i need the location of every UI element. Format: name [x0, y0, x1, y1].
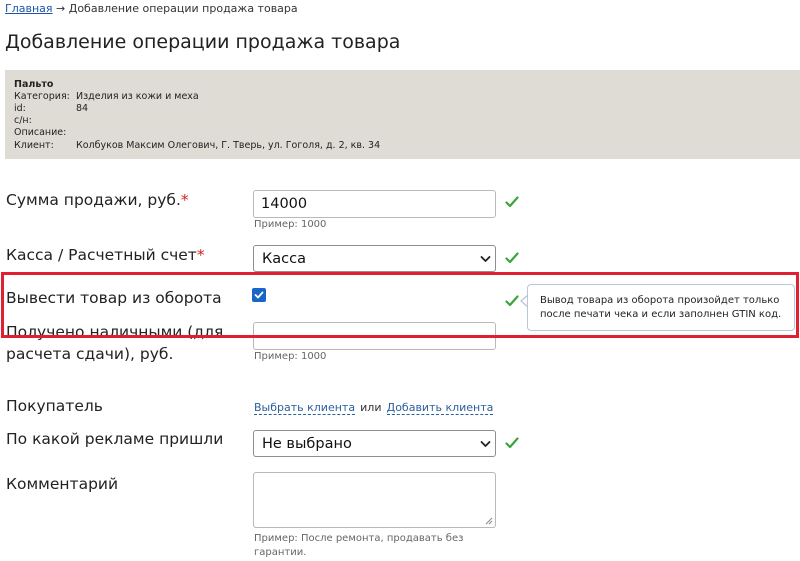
breadcrumb-current: Добавление операции продажа товара [68, 2, 298, 15]
withdraw-checkbox[interactable] [252, 288, 266, 302]
checkmark-icon [254, 291, 264, 299]
cashbox-label: Касса / Расчетный счет* [6, 244, 205, 266]
info-value: Колбуков Максим Олегович, Г. Тверь, ул. … [76, 140, 381, 151]
breadcrumb-home-link[interactable]: Главная [5, 2, 53, 15]
buyer-actions: Выбрать клиента или Добавить клиента [254, 396, 494, 415]
breadcrumb: Главная → Добавление операции продажа то… [5, 2, 298, 15]
info-key: Клиент: [14, 140, 54, 151]
ad-source-label: По какой рекламе пришли [6, 430, 224, 448]
product-name: Пальто [14, 79, 54, 90]
product-info-panel: Пальто Категория: Изделия из кожи и меха … [5, 70, 800, 159]
withdraw-tooltip: Вывод товара из оборота произойдет тольк… [527, 284, 795, 331]
valid-check-icon [505, 252, 519, 264]
sale-amount-input[interactable]: 14000 [253, 190, 496, 218]
product-info-row: id: 84 [14, 103, 88, 114]
ad-source-select[interactable]: Не выбрано [253, 430, 496, 457]
valid-check-icon [505, 295, 519, 307]
product-info-row: с/н: [14, 115, 76, 126]
comment-label: Комментарий [6, 475, 119, 493]
product-info-row: Клиент: Колбуков Максим Олегович, Г. Твер… [14, 140, 380, 151]
valid-check-icon [505, 196, 519, 208]
sale-amount-label: Сумма продажи, руб.* [6, 189, 189, 211]
sale-amount-label-text: Сумма продажи, руб. [6, 191, 181, 209]
ad-source-selected-value: Не выбрано [262, 436, 352, 452]
breadcrumb-separator: → [56, 2, 66, 15]
chevron-down-icon [480, 441, 491, 447]
cashbox-select[interactable]: Касса [253, 245, 496, 272]
info-key: с/н: [14, 115, 32, 126]
info-value: 84 [76, 103, 89, 114]
valid-check-icon [505, 437, 519, 449]
info-key: Категория: [14, 91, 70, 102]
chevron-down-icon [480, 256, 491, 262]
required-mark: * [196, 246, 205, 264]
cash-received-hint: Пример: 1000 [254, 351, 327, 362]
resize-handle-icon[interactable] [485, 517, 493, 525]
comment-hint-line1: Пример: После ремонта, продавать без [254, 533, 464, 544]
product-info-row: Категория: Изделия из кожи и меха [14, 91, 199, 102]
info-key: id: [14, 103, 26, 114]
cash-received-label-line1: Получено наличными (для [6, 323, 224, 341]
comment-hint: Пример: После ремонта, продавать без гар… [254, 532, 463, 560]
cashbox-label-text: Касса / Расчетный счет [6, 246, 197, 264]
required-mark: * [180, 191, 189, 209]
or-text: или [360, 401, 382, 414]
cash-received-label: Получено наличными (для расчета сдачи), … [6, 321, 223, 365]
product-info-row: Описание: [14, 127, 76, 138]
info-value: Изделия из кожи и меха [76, 91, 199, 102]
select-client-link[interactable]: Выбрать клиента [254, 401, 356, 415]
cash-received-input[interactable] [253, 322, 496, 350]
cash-received-label-line2: расчета сдачи), руб. [6, 345, 174, 363]
sale-amount-hint: Пример: 1000 [254, 219, 327, 230]
buyer-label: Покупатель [6, 397, 103, 415]
add-client-link[interactable]: Добавить клиента [386, 401, 494, 415]
comment-hint-line2: гарантии. [254, 547, 307, 558]
page-title: Добавление операции продажа товара [5, 31, 401, 53]
cashbox-selected-value: Касса [262, 251, 307, 267]
withdraw-label: Вывести товар из оборота [6, 289, 222, 307]
comment-textarea[interactable] [253, 472, 496, 528]
info-key: Описание: [14, 127, 67, 138]
